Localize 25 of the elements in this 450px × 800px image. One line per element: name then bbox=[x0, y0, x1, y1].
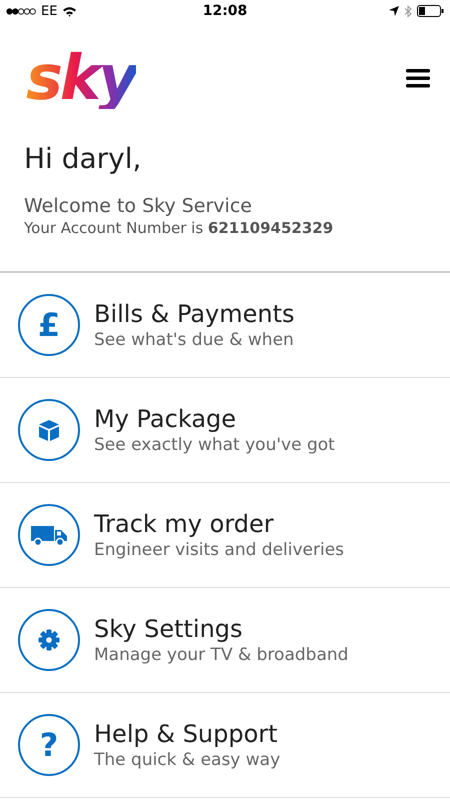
menu-item-title: Sky Settings bbox=[94, 615, 244, 643]
account-number-text: Your Account Number is 621109452329 bbox=[24, 219, 334, 237]
van-icon bbox=[18, 504, 80, 566]
battery-icon bbox=[417, 5, 444, 17]
menu-item-subtitle: See exactly what you've got bbox=[94, 435, 335, 455]
gear-icon bbox=[18, 609, 80, 671]
menu-item-title: Bills & Payments bbox=[94, 300, 295, 328]
glyph-icon: £ bbox=[18, 294, 80, 356]
menu-item-subtitle: Manage your TV & broadband bbox=[94, 645, 348, 665]
menu-item-subtitle: See what's due & when bbox=[94, 330, 295, 350]
status-time: 12:08 bbox=[202, 3, 248, 19]
carrier-name: EE bbox=[41, 4, 58, 18]
greeting-title: Hi daryl, bbox=[24, 142, 142, 175]
menu-item-subtitle: Engineer visits and deliveries bbox=[94, 540, 344, 560]
menu-item-title: Track my order bbox=[94, 510, 275, 538]
wifi-icon bbox=[62, 6, 78, 16]
signal-icon bbox=[6, 8, 36, 14]
menu-item-title: Help & Support bbox=[94, 720, 279, 748]
menu-item-title: My Package bbox=[94, 405, 238, 433]
location-icon bbox=[389, 6, 399, 16]
box-icon bbox=[18, 399, 80, 461]
welcome-text: Welcome to Sky Service bbox=[24, 195, 253, 217]
glyph-icon: ? bbox=[18, 714, 80, 776]
bluetooth-icon bbox=[404, 4, 412, 18]
menu-item-subtitle: The quick & easy way bbox=[94, 750, 280, 770]
